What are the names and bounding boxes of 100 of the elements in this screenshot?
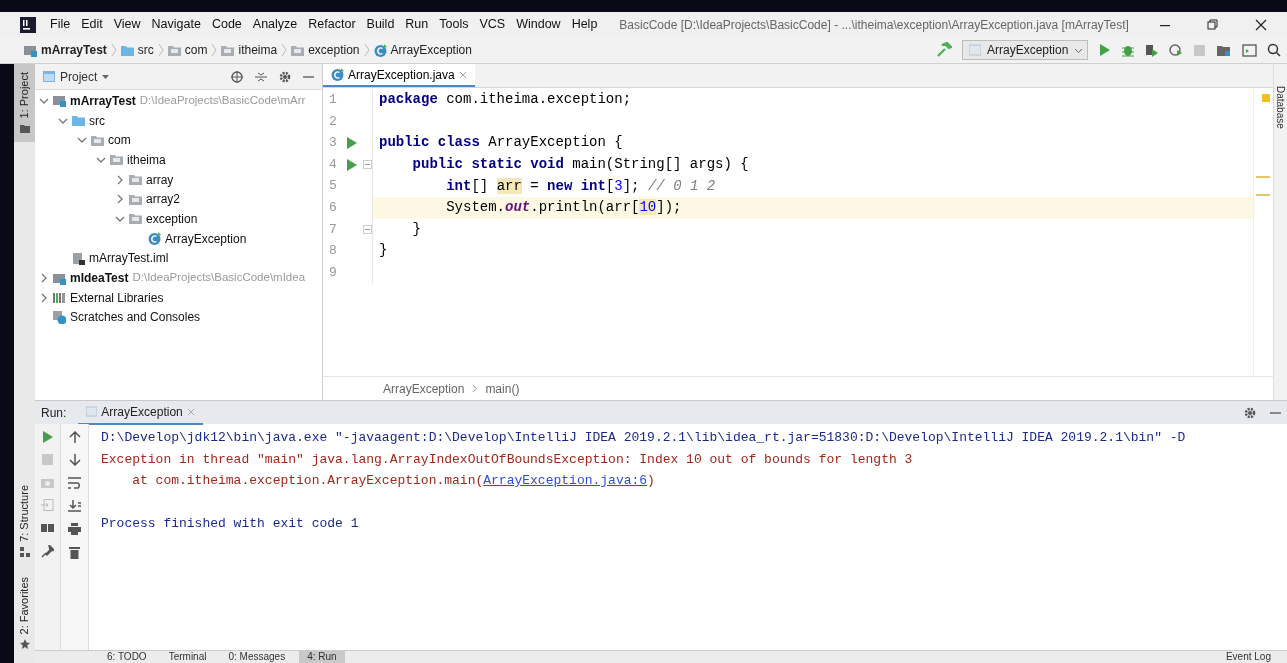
breadcrumb-item[interactable]: itheima bbox=[238, 41, 278, 59]
code-line: System.out.println(arr[10]); bbox=[445, 198, 682, 218]
profile-icon[interactable] bbox=[1169, 43, 1183, 57]
tree-item[interactable]: External Libraries bbox=[70, 288, 164, 307]
window-icon[interactable] bbox=[1242, 42, 1257, 58]
fold-icon[interactable] bbox=[363, 224, 372, 234]
restore-icon[interactable] bbox=[1207, 18, 1219, 31]
breadcrumb-item[interactable]: main() bbox=[485, 379, 520, 398]
tree-item[interactable]: array2 bbox=[146, 190, 180, 209]
folder-icon bbox=[291, 43, 305, 57]
menu-item[interactable]: Run bbox=[405, 15, 429, 34]
menu-item[interactable]: Help bbox=[571, 15, 598, 34]
line-number: 7 bbox=[328, 220, 338, 239]
menu-item[interactable]: Navigate bbox=[151, 15, 201, 34]
run-icon[interactable] bbox=[347, 137, 357, 149]
breadcrumb-item[interactable]: com bbox=[184, 41, 208, 59]
folder-icon bbox=[129, 212, 142, 226]
chevron-icon bbox=[281, 43, 288, 57]
menu-item[interactable]: Analyze bbox=[252, 15, 298, 34]
layout-icon[interactable] bbox=[41, 522, 54, 534]
breadcrumb-item[interactable]: exception bbox=[308, 41, 360, 59]
project-path: D:\IdeaProjects\BasicCode\mIdea bbox=[132, 270, 306, 286]
trash-icon[interactable] bbox=[69, 546, 80, 559]
soft-wrap-icon[interactable] bbox=[67, 477, 82, 489]
window-title: BasicCode [D:\IdeaProjects\BasicCode] - ...\itheima\exception\ArrayException.java [mArrayTest] bbox=[619, 16, 1129, 34]
line-number: 3 bbox=[328, 134, 338, 153]
line-number: 6 bbox=[328, 199, 338, 217]
breadcrumb-item[interactable]: ArrayException bbox=[383, 379, 465, 398]
tool-window-tab[interactable]: 0: Messages bbox=[220, 651, 294, 663]
hammer-icon[interactable] bbox=[936, 42, 952, 58]
close-icon[interactable] bbox=[1255, 18, 1267, 31]
tree-item[interactable]: mArrayTest.iml bbox=[89, 249, 169, 268]
editor-tab[interactable]: ArrayException.java bbox=[323, 64, 475, 87]
pin-icon[interactable] bbox=[41, 545, 54, 558]
project-tool-tab[interactable]: 1: Project bbox=[14, 64, 35, 143]
coverage-icon[interactable] bbox=[1145, 43, 1159, 57]
folder-icon bbox=[91, 133, 104, 147]
chevron-icon bbox=[157, 43, 164, 57]
tree-item[interactable]: array bbox=[146, 170, 174, 189]
print-icon[interactable] bbox=[68, 523, 81, 535]
line-number: 9 bbox=[328, 263, 338, 282]
code-line: public static void main(String[] args) { bbox=[411, 155, 749, 175]
breadcrumb-item[interactable]: src bbox=[137, 41, 154, 59]
chevron-icon bbox=[110, 43, 117, 57]
source-link[interactable]: ArrayException.java:6 bbox=[483, 473, 648, 488]
tree-item[interactable]: src bbox=[89, 111, 105, 130]
caret-icon bbox=[102, 74, 110, 79]
menu-item[interactable]: Code bbox=[211, 15, 242, 34]
favorites-tool-tab[interactable]: 2: Favorites bbox=[16, 570, 33, 655]
fold-icon[interactable] bbox=[363, 160, 372, 170]
line-number: 2 bbox=[328, 112, 338, 131]
structure-icon bbox=[19, 546, 30, 557]
menu-item[interactable]: Refactor bbox=[308, 15, 356, 34]
folder-icon bbox=[221, 43, 235, 57]
menu-item[interactable]: File bbox=[50, 15, 71, 34]
menu-item[interactable]: Tools bbox=[439, 15, 469, 34]
tree-item[interactable]: ArrayException bbox=[165, 229, 247, 248]
settings-icon[interactable] bbox=[1244, 406, 1256, 419]
tree-item[interactable]: itheima bbox=[127, 150, 166, 169]
line-number: 1 bbox=[328, 91, 338, 110]
run-icon[interactable] bbox=[347, 158, 357, 171]
code-line: int[] arr = new int[3]; // 0 1 2 bbox=[445, 176, 716, 196]
tree-item[interactable]: mIdeaTest bbox=[70, 269, 129, 288]
tree-item[interactable]: mArrayTest bbox=[70, 91, 136, 110]
structure-tool-tab[interactable]: 7: Structure bbox=[16, 478, 33, 563]
tree-item[interactable]: exception bbox=[146, 209, 198, 228]
project-view-selector[interactable]: Project bbox=[60, 67, 98, 86]
class-icon bbox=[331, 68, 344, 81]
run-icon[interactable] bbox=[1098, 43, 1111, 57]
run-tab[interactable]: ArrayException bbox=[78, 400, 203, 425]
breadcrumb-item[interactable]: ArrayException bbox=[390, 41, 472, 59]
tool-window-tab[interactable]: 4: Run bbox=[299, 651, 345, 663]
folder-icon bbox=[19, 124, 30, 135]
menu-item[interactable]: Window bbox=[516, 15, 561, 34]
debug-icon[interactable] bbox=[1121, 43, 1135, 57]
app-logo-icon bbox=[20, 16, 36, 33]
collapse-icon[interactable] bbox=[255, 70, 267, 83]
menu-item[interactable]: Edit bbox=[81, 15, 103, 34]
tree-item[interactable]: Scratches and Consoles bbox=[70, 308, 201, 327]
breadcrumb-item[interactable]: mArrayTest bbox=[41, 41, 107, 59]
target-icon[interactable] bbox=[231, 70, 243, 83]
settings-icon[interactable] bbox=[279, 70, 291, 83]
scroll-to-end-icon[interactable] bbox=[68, 500, 81, 512]
search-icon[interactable] bbox=[1267, 43, 1281, 57]
down-arrow-icon[interactable] bbox=[68, 454, 81, 466]
line-number: 5 bbox=[328, 177, 338, 196]
console-line: Process finished with exit code 1 bbox=[101, 515, 360, 533]
run-configuration-dropdown[interactable]: ArrayException bbox=[962, 40, 1088, 60]
event-log-button[interactable]: Event Log bbox=[1225, 651, 1287, 663]
tool-window-tab[interactable]: Terminal bbox=[160, 651, 215, 663]
tool-window-tab[interactable]: 6: TODO bbox=[99, 651, 155, 663]
menu-item[interactable]: View bbox=[113, 15, 141, 34]
folder-grid-icon[interactable] bbox=[1216, 43, 1232, 57]
chevron-icon bbox=[472, 384, 478, 393]
menu-item[interactable]: VCS bbox=[479, 15, 506, 34]
up-arrow-icon[interactable] bbox=[68, 431, 81, 443]
window-icon bbox=[969, 44, 981, 56]
menu-item[interactable]: Build bbox=[366, 15, 395, 34]
run-icon[interactable] bbox=[41, 431, 54, 443]
tree-item[interactable]: com bbox=[108, 131, 131, 150]
